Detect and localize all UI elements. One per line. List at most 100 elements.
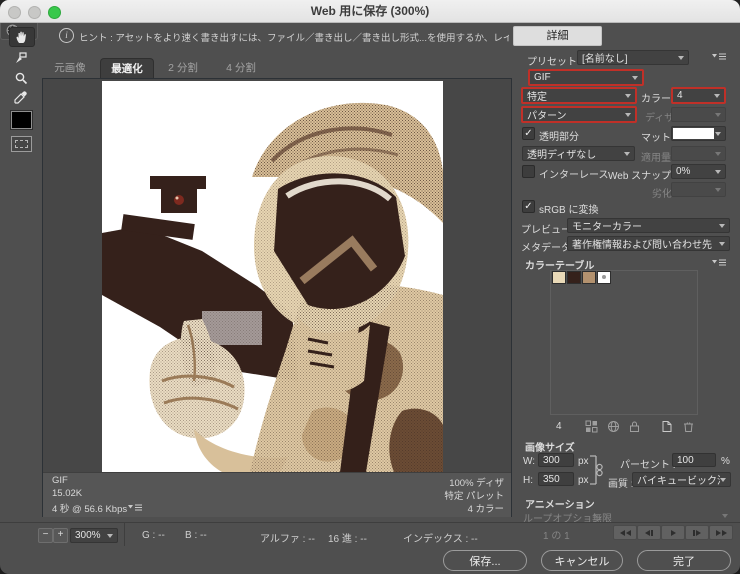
image-size-title: 画像サイズ [525, 439, 575, 454]
download-speed-menu-icon[interactable] [128, 504, 142, 513]
delete-color-icon[interactable] [682, 420, 695, 433]
percent-input[interactable]: 100 [672, 453, 716, 467]
zoom-tool-button[interactable] [9, 69, 33, 87]
slice-select-tool-button[interactable] [9, 49, 33, 67]
status-filesize: 15.02K [52, 488, 82, 499]
status-download-time[interactable]: 4 秒 @ 56.6 Kbps [52, 501, 127, 515]
frame-counter: 1 の 1 [543, 527, 570, 542]
chevron-down-icon [715, 132, 721, 136]
zoom-in-button[interactable]: + [53, 528, 68, 543]
minimize-window-button[interactable] [28, 6, 41, 19]
save-for-web-dialog: Web 用に保存 (300%) i ヒント : アセットをより速く書き出すには、… [0, 0, 740, 574]
cancel-button[interactable]: キャンセル [541, 550, 623, 571]
skip-start-icon [626, 530, 631, 536]
chevron-down-icon [720, 478, 726, 482]
interlace-label: インターレース [539, 166, 609, 181]
slice-select-icon [14, 51, 28, 65]
first-frame-button[interactable] [613, 525, 637, 540]
chevron-down-icon [107, 534, 113, 538]
zoom-window-button[interactable] [48, 6, 61, 19]
link-dimensions-icon[interactable] [588, 454, 604, 486]
color-swatch-1[interactable] [552, 271, 566, 284]
preview-image[interactable] [102, 81, 443, 472]
metadata-dropdown[interactable]: 著作権情報および問い合わせ先 [567, 236, 730, 251]
readout-green: G : -- [142, 530, 165, 541]
window-title: Web 用に保存 (300%) [0, 0, 740, 22]
chevron-down-icon [719, 242, 725, 246]
tab-2up[interactable]: 2 分割 [156, 58, 210, 78]
color-count: 4 [556, 421, 562, 432]
readout-hex: 16 進 : -- [328, 530, 367, 545]
interlace-checkbox[interactable] [522, 165, 535, 178]
details-button[interactable]: 詳細 [513, 26, 602, 46]
eyedropper-tool-button[interactable] [9, 88, 33, 106]
divider [0, 522, 740, 523]
preset-menu-icon[interactable] [712, 53, 726, 62]
chevron-down-icon [715, 170, 721, 174]
width-unit: px [578, 456, 589, 467]
color-swatch-2[interactable] [567, 271, 581, 284]
lock-color-icon[interactable] [628, 420, 641, 433]
hand-icon [15, 30, 29, 44]
swatch-marker-icon [602, 275, 606, 279]
palette-dropdown[interactable]: 特定 [521, 87, 637, 104]
transparency-dither-dropdown[interactable]: 透明ディザなし [522, 146, 635, 161]
eyedropper-color-swatch[interactable] [11, 111, 32, 129]
format-dropdown[interactable]: GIF [528, 69, 644, 86]
preview-mode-dropdown[interactable]: モニターカラー [567, 218, 730, 233]
status-colors: 4 カラー [424, 501, 504, 515]
chevron-down-icon [714, 94, 720, 98]
height-unit: px [578, 475, 589, 486]
quality-dropdown[interactable]: バイキュービック法 [632, 472, 731, 487]
close-window-button[interactable] [8, 6, 21, 19]
height-input[interactable]: 350 [538, 472, 574, 486]
websnap-label: Web スナップ : [608, 167, 677, 182]
done-button[interactable]: 完了 [637, 550, 731, 571]
tab-4up[interactable]: 4 分割 [214, 58, 268, 78]
chevron-down-icon [632, 76, 638, 80]
chevron-down-icon [625, 94, 631, 98]
srgb-checkbox[interactable]: ✓ [522, 200, 535, 213]
zoom-level-dropdown[interactable]: 300% [70, 528, 118, 543]
matte-dropdown[interactable] [671, 126, 726, 141]
skip-start-icon [620, 530, 625, 536]
color-table-menu-icon[interactable] [712, 259, 726, 268]
matte-color-swatch [673, 128, 714, 139]
step-back-icon [651, 530, 653, 536]
last-frame-button[interactable] [709, 525, 733, 540]
color-table[interactable] [550, 270, 698, 415]
preset-dropdown[interactable]: [名前なし] [577, 50, 689, 65]
tab-optimized[interactable]: 最適化 [100, 58, 154, 79]
chevron-down-icon [722, 514, 728, 518]
divider [124, 523, 125, 546]
chevron-down-icon [715, 113, 721, 117]
previous-frame-button[interactable] [637, 525, 661, 540]
save-button[interactable]: 保存... [443, 550, 527, 571]
readout-alpha: アルファ : -- [260, 530, 315, 545]
play-button[interactable] [661, 525, 685, 540]
check-icon: ✓ [524, 128, 532, 139]
web-shift-icon[interactable] [607, 420, 620, 433]
color-swatch-4[interactable] [597, 271, 611, 284]
skip-end-icon [722, 530, 727, 536]
colors-dropdown[interactable]: 4 [671, 87, 726, 104]
snap-to-web-palette-icon[interactable] [585, 420, 598, 433]
hint-text: ヒント : アセットをより速く書き出すには、ファイル／書き出し／書き出し形式..… [79, 30, 509, 44]
hand-tool-button[interactable] [9, 27, 35, 47]
dither-method-dropdown[interactable]: パターン [521, 106, 637, 123]
chevron-down-icon [715, 188, 721, 192]
quality-label: 画質 : [608, 475, 634, 490]
websnap-dropdown[interactable]: 0% [671, 164, 726, 179]
toggle-slices-button[interactable] [11, 136, 32, 152]
width-input[interactable]: 300 [538, 453, 574, 467]
dither-amount-dropdown [671, 107, 726, 122]
readout-index: インデックス : -- [403, 530, 478, 545]
skip-end-icon [716, 530, 721, 536]
transparency-checkbox[interactable]: ✓ [522, 127, 535, 140]
status-format: GIF [52, 475, 68, 486]
zoom-out-button[interactable]: − [38, 528, 53, 543]
new-color-icon[interactable] [660, 420, 673, 433]
next-frame-button[interactable] [685, 525, 709, 540]
tab-original[interactable]: 元画像 [44, 58, 96, 78]
color-swatch-3[interactable] [582, 271, 596, 284]
